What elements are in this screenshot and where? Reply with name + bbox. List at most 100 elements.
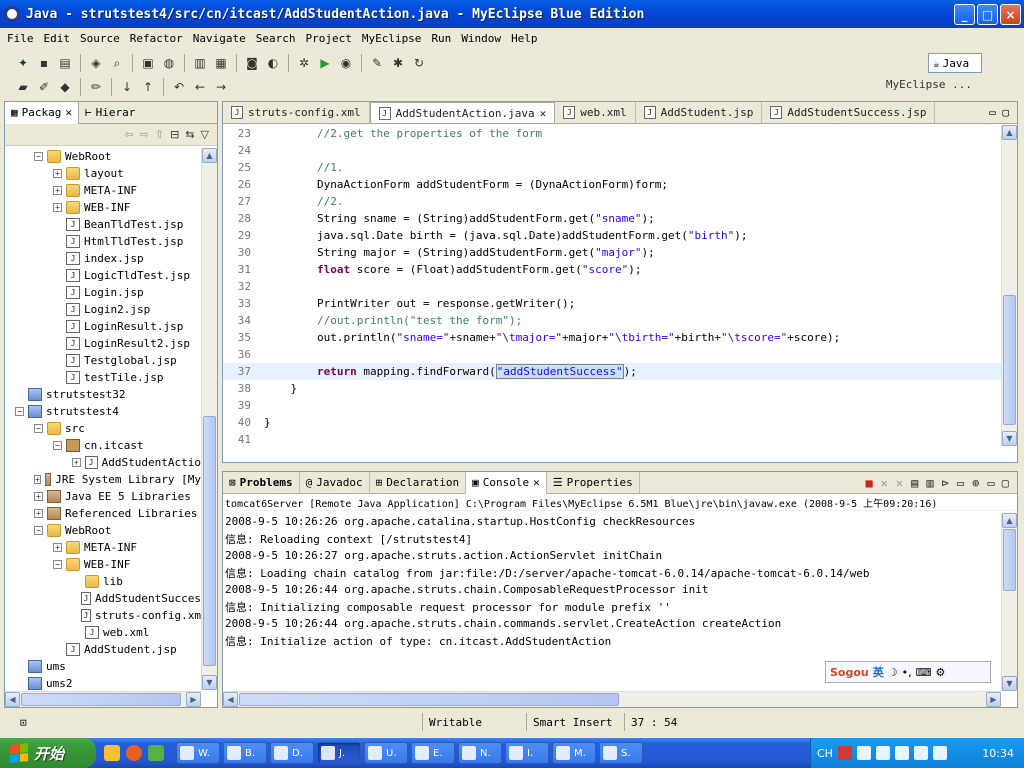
taskbar-task[interactable]: S. xyxy=(599,742,643,764)
keyboard-icon[interactable]: ⌨ xyxy=(916,666,932,679)
perspective-myeclipse[interactable]: MyEclipse ... xyxy=(886,78,972,91)
tree-item[interactable]: ums2 xyxy=(5,675,201,690)
scroll-down-icon[interactable]: ▼ xyxy=(202,675,217,690)
console-hscrollbar[interactable]: ◀ ▶ xyxy=(223,691,1001,707)
menu-help[interactable]: Help xyxy=(506,32,543,45)
sogou-tray-icon[interactable] xyxy=(837,746,852,760)
editor-tab[interactable]: Jstruts-config.xml xyxy=(223,102,370,123)
tab-console[interactable]: ▣ Console ✕ xyxy=(466,471,547,494)
scroll-thumb[interactable] xyxy=(1003,529,1016,591)
close-icon[interactable]: ✕ xyxy=(540,107,547,120)
editor-minmax-icon[interactable]: ▭ ▢ xyxy=(981,106,1017,123)
tree-item[interactable]: Jindex.jsp xyxy=(5,250,201,267)
remove-all-icon[interactable]: ✕ xyxy=(896,476,903,490)
scroll-left-icon[interactable]: ◀ xyxy=(5,692,20,707)
tree-item[interactable]: J AddStudentSucces xyxy=(5,590,201,607)
tab-problems[interactable]: ⊠ Problems xyxy=(223,471,300,494)
marker-icon[interactable]: ◆ xyxy=(56,78,74,96)
collapse-icon[interactable]: − xyxy=(53,441,62,450)
network-icon[interactable] xyxy=(894,746,909,760)
collapse-icon[interactable]: − xyxy=(34,526,43,535)
status-pin-icon[interactable]: ⊡ xyxy=(0,716,30,729)
code-line[interactable]: 40} xyxy=(223,414,1001,431)
tab-javadoc[interactable]: @ Javadoc xyxy=(300,471,370,494)
tree-item[interactable]: strutstest32 xyxy=(5,386,201,403)
code-line[interactable]: 37 return mapping.findForward("addStuden… xyxy=(223,363,1001,380)
expand-icon[interactable]: + xyxy=(34,475,41,484)
expand-icon[interactable]: + xyxy=(53,203,62,212)
explorer-hscrollbar[interactable]: ◀ ▶ xyxy=(5,691,201,707)
minmax-icon[interactable]: ▭ ▢ xyxy=(987,476,1009,490)
code-line[interactable]: 26 DynaActionForm addStudentForm = (Dyna… xyxy=(223,176,1001,193)
scroll-lock-icon[interactable]: ▤ xyxy=(911,476,918,490)
collapse-icon[interactable]: − xyxy=(53,560,62,569)
menu-project[interactable]: Project xyxy=(300,32,356,45)
deploy-icon[interactable]: ▣ xyxy=(139,54,157,72)
taskbar-task[interactable]: W. xyxy=(176,742,220,764)
code-line[interactable]: 38 } xyxy=(223,380,1001,397)
minimize-button[interactable]: _ xyxy=(954,4,975,25)
console-vscrollbar[interactable]: ▲ ▼ xyxy=(1001,513,1017,691)
code-line[interactable]: 35 out.println("sname="+sname+"\tmajor="… xyxy=(223,329,1001,346)
expand-icon[interactable]: + xyxy=(53,169,62,178)
debug-icon[interactable]: ✲ xyxy=(295,54,313,72)
collapse-icon[interactable]: − xyxy=(34,424,43,433)
tree-item[interactable]: + Java EE 5 Libraries xyxy=(5,488,201,505)
close-button[interactable]: × xyxy=(1000,4,1021,25)
menu-file[interactable]: File xyxy=(2,32,39,45)
menu-source[interactable]: Source xyxy=(75,32,125,45)
tree-item[interactable]: − WEB-INF xyxy=(5,556,201,573)
taskbar-task[interactable]: N. xyxy=(458,742,502,764)
tree-item[interactable]: J LoginResult.jsp xyxy=(5,318,201,335)
settings-icon[interactable]: ⚙ xyxy=(936,666,946,679)
firefox-icon[interactable] xyxy=(126,745,142,761)
code-line[interactable]: 31 float score = (Float)addStudentForm.g… xyxy=(223,261,1001,278)
view-menu-icon[interactable]: ▽ xyxy=(201,128,209,141)
terminate-icon[interactable]: ■ xyxy=(865,476,872,490)
help-icon[interactable] xyxy=(856,746,871,760)
code-line[interactable]: 27 //2. xyxy=(223,193,1001,210)
expand-icon[interactable]: + xyxy=(53,543,62,552)
save-icon[interactable]: ▪ xyxy=(35,54,53,72)
tree-item[interactable]: J LogicTldTest.jsp xyxy=(5,267,201,284)
language-indicator[interactable]: CH xyxy=(817,747,833,760)
collapse-all-icon[interactable]: ⊟ xyxy=(170,128,179,141)
code-line[interactable]: 33 PrintWriter out = response.getWriter(… xyxy=(223,295,1001,312)
menu-window[interactable]: Window xyxy=(456,32,506,45)
editor-vscrollbar[interactable]: ▲ ▼ xyxy=(1001,125,1017,446)
code-line[interactable]: 39 xyxy=(223,397,1001,414)
volume-icon[interactable] xyxy=(932,746,947,760)
taskbar-task[interactable]: E. xyxy=(411,742,455,764)
prev-annotation-icon[interactable]: ↑ xyxy=(139,78,157,96)
ime-toolbar[interactable]: Sogou 英 ☽ •, ⌨ ⚙ xyxy=(825,661,991,683)
tree-item[interactable]: − src xyxy=(5,420,201,437)
scroll-up-icon[interactable]: ▲ xyxy=(202,148,217,163)
tab-hierarchy[interactable]: ⊢ Hierar xyxy=(79,102,141,124)
expand-icon[interactable]: + xyxy=(72,458,81,467)
hscroll-thumb[interactable] xyxy=(239,693,619,706)
messenger-icon[interactable] xyxy=(148,745,164,761)
editor-tab[interactable]: J AddStudentAction.java ✕ xyxy=(369,102,556,123)
back-icon[interactable]: ⇦ xyxy=(124,128,133,141)
print-icon[interactable]: ▤ xyxy=(56,54,74,72)
expand-icon[interactable]: + xyxy=(34,492,43,501)
scroll-right-icon[interactable]: ▶ xyxy=(986,692,1001,707)
scroll-left-icon[interactable]: ◀ xyxy=(223,692,238,707)
code-line[interactable]: 23 //2.get the properties of the form xyxy=(223,125,1001,142)
menu-refactor[interactable]: Refactor xyxy=(125,32,188,45)
refresh-icon[interactable]: ↻ xyxy=(410,54,428,72)
code-line[interactable]: 24 xyxy=(223,142,1001,159)
tree-item[interactable]: + META-INF xyxy=(5,182,201,199)
code-area[interactable]: 23 //2.get the properties of the form 24 2… xyxy=(223,125,1001,446)
tree-item[interactable]: − strutstest4 xyxy=(5,403,201,420)
code-line[interactable]: 25 //1. xyxy=(223,159,1001,176)
taskbar-task[interactable]: M. xyxy=(552,742,596,764)
last-edit-icon[interactable]: ↶ xyxy=(170,78,188,96)
expand-icon[interactable]: + xyxy=(34,509,43,518)
scroll-up-icon[interactable]: ▲ xyxy=(1002,513,1017,528)
menu-myeclipse[interactable]: MyEclipse xyxy=(357,32,427,45)
code-line[interactable]: 28 String sname = (String)addStudentForm… xyxy=(223,210,1001,227)
open-console-icon[interactable]: ⊕ xyxy=(972,476,979,490)
external-tools-icon[interactable]: ◉ xyxy=(337,54,355,72)
pencil-icon[interactable]: ✐ xyxy=(35,78,53,96)
